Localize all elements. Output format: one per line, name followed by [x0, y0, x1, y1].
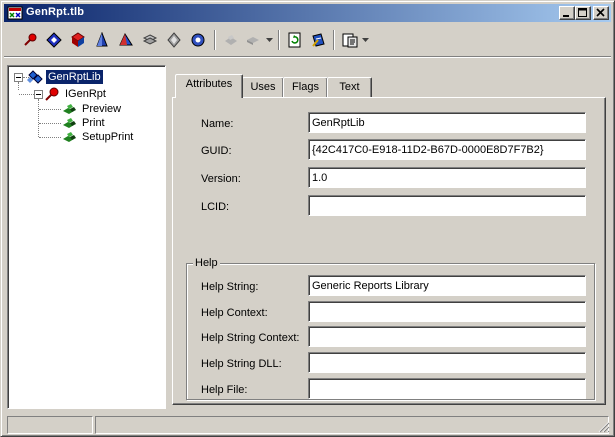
help-string-dll-label: Help String DLL: [201, 358, 282, 370]
method-icon [63, 104, 76, 114]
tab-label: Attributes [185, 78, 233, 90]
help-string-context-field[interactable] [308, 326, 586, 347]
dispinterface-icon [46, 32, 62, 48]
lcid-field[interactable] [308, 195, 586, 216]
refresh-icon [288, 32, 301, 48]
status-pane-left [7, 416, 93, 434]
export-icon [342, 33, 358, 48]
record-button[interactable] [139, 29, 161, 51]
tree-connector [39, 137, 61, 138]
interface-button[interactable] [67, 29, 89, 51]
tab-attributes[interactable]: Attributes [175, 74, 243, 98]
name-field[interactable] [308, 112, 586, 133]
interface-icon [45, 87, 59, 101]
minimize-icon [563, 15, 569, 17]
properties-pane: Attributes Uses Flags Text Name: GUID: V… [172, 65, 608, 409]
minimize-button[interactable] [559, 6, 575, 20]
chevron-down-icon[interactable] [266, 36, 273, 44]
library-icon [27, 70, 43, 84]
help-groupbox: Help Help String: Help Context: Help Str… [186, 256, 595, 400]
interface-icon [71, 32, 85, 47]
coclass-button[interactable] [91, 29, 113, 51]
tree-node-label: SetupPrint [82, 131, 134, 143]
help-string-context-label: Help String Context: [201, 332, 300, 344]
attributes-panel: Name: GUID: Version: LCID: Help Help Str… [172, 97, 606, 405]
tree-connector [19, 94, 34, 95]
enum-icon [119, 32, 133, 46]
toolbar-separator [333, 30, 335, 50]
tab-label: Text [339, 81, 360, 93]
register-button[interactable] [307, 29, 329, 51]
help-file-label: Help File: [201, 384, 248, 396]
toolbar [4, 24, 611, 54]
chevron-down-icon[interactable] [362, 36, 369, 44]
help-context-field[interactable] [308, 301, 586, 322]
tree-connector [38, 99, 39, 137]
maximize-button[interactable] [575, 6, 591, 20]
method-icon [225, 35, 237, 45]
maximize-icon [578, 8, 587, 17]
tab-text[interactable]: Text [327, 77, 372, 97]
help-string-dll-field[interactable] [308, 352, 586, 373]
resize-grip-icon[interactable] [598, 421, 610, 433]
version-field[interactable] [308, 167, 586, 188]
name-label: Name: [201, 118, 234, 130]
help-group-label: Help [193, 256, 220, 270]
toolbar-separator [278, 30, 280, 50]
alias-icon [191, 33, 205, 47]
dispinterface-button[interactable] [43, 29, 65, 51]
tree-node-label: Preview [82, 103, 122, 115]
toolbar-divider [4, 56, 611, 58]
alias-button[interactable] [187, 29, 209, 51]
status-pane-main [95, 416, 609, 434]
window-title: GenRpt.tlb [26, 6, 85, 18]
module-button[interactable] [19, 29, 41, 51]
tab-label: Uses [250, 81, 276, 93]
lcid-label: LCID: [201, 201, 230, 213]
close-icon [596, 8, 605, 17]
tree-connector [18, 82, 19, 90]
tree-node-label: Print [82, 117, 105, 129]
version-label: Version: [201, 173, 241, 185]
coclass-icon [96, 32, 108, 47]
title-bar[interactable]: GenRpt.tlb [4, 4, 611, 22]
tab-label: Flags [292, 81, 319, 93]
help-string-label: Help String: [201, 281, 259, 293]
tree-node-label: IGenRpt [65, 88, 106, 100]
property-icon [247, 37, 259, 45]
status-bar [4, 414, 611, 434]
method-icon [63, 118, 76, 128]
record-icon [142, 34, 158, 45]
tab-uses[interactable]: Uses [242, 77, 284, 97]
guid-label: GUID: [201, 145, 232, 157]
enum-button[interactable] [115, 29, 137, 51]
tree-node-label: GenRptLib [46, 70, 103, 84]
collapse-toggle[interactable] [34, 90, 43, 99]
tree-connector [39, 123, 61, 124]
tab-flags[interactable]: Flags [283, 77, 328, 97]
tree-connector [39, 109, 61, 110]
register-icon [312, 33, 325, 47]
type-tree[interactable]: GenRptLib IGenRpt Preview Print SetupPri… [7, 65, 166, 409]
main-window: GenRpt.tlb GenRptLib IGenRpt Preview Pri… [0, 0, 615, 437]
property-button[interactable] [242, 29, 264, 51]
close-button[interactable] [593, 6, 609, 20]
help-file-field[interactable] [308, 378, 586, 399]
refresh-button[interactable] [284, 29, 306, 51]
union-icon [167, 32, 181, 48]
method-button[interactable] [220, 29, 242, 51]
union-button[interactable] [163, 29, 185, 51]
typelib-app-icon [7, 6, 23, 20]
export-button[interactable] [339, 29, 361, 51]
toolbar-separator [214, 30, 216, 50]
module-icon [24, 33, 37, 46]
collapse-toggle[interactable] [14, 73, 23, 82]
help-string-field[interactable] [308, 275, 586, 296]
method-icon [63, 132, 76, 142]
guid-field[interactable] [308, 139, 586, 160]
pane-splitter[interactable] [167, 65, 171, 409]
help-context-label: Help Context: [201, 307, 268, 319]
